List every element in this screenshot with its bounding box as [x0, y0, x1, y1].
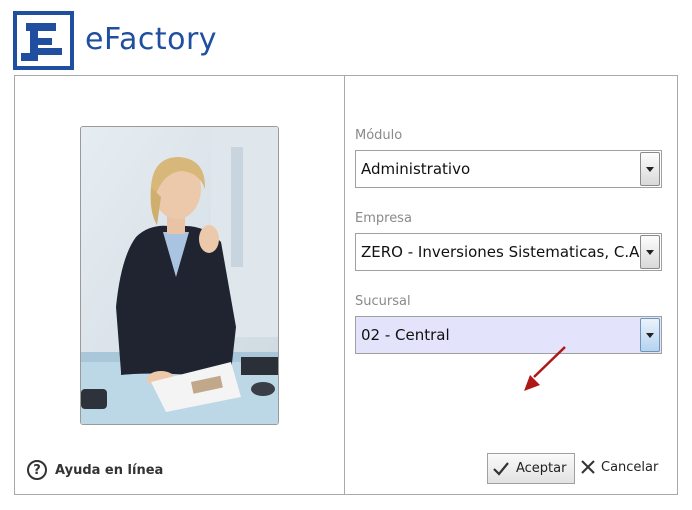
chevron-down-icon[interactable] [640, 235, 660, 269]
empresa-select[interactable]: ZERO - Inversiones Sistematicas, C.A. [355, 233, 662, 271]
chevron-down-icon[interactable] [640, 152, 660, 186]
modulo-label: Módulo [355, 128, 403, 143]
help-link[interactable]: ? Ayuda en línea [27, 460, 163, 480]
sucursal-select[interactable]: 02 - Central [355, 316, 662, 354]
question-circle-icon: ? [27, 460, 47, 480]
accept-label: Aceptar [516, 461, 567, 476]
chevron-down-icon[interactable] [640, 318, 660, 352]
modulo-value: Administrativo [361, 160, 471, 178]
accept-button[interactable]: Aceptar [487, 453, 575, 484]
x-icon [581, 460, 595, 474]
panel-divider [344, 76, 345, 494]
sucursal-label: Sucursal [355, 294, 411, 309]
empresa-value: ZERO - Inversiones Sistematicas, C.A. [361, 243, 640, 261]
help-label: Ayuda en línea [55, 462, 164, 478]
checkmark-icon [493, 461, 509, 476]
cancel-button[interactable]: Cancelar [580, 459, 658, 475]
login-panel: ? Ayuda en línea [14, 75, 678, 495]
red-arrow-pointer-icon [510, 345, 572, 455]
empresa-label: Empresa [355, 211, 412, 226]
sucursal-value: 02 - Central [361, 326, 450, 344]
cancel-label: Cancelar [601, 459, 659, 475]
efactory-logo-icon [13, 11, 74, 70]
modulo-select[interactable]: Administrativo [355, 150, 662, 188]
businesswoman-photo [80, 126, 279, 425]
brand-title: eFactory [85, 22, 218, 57]
